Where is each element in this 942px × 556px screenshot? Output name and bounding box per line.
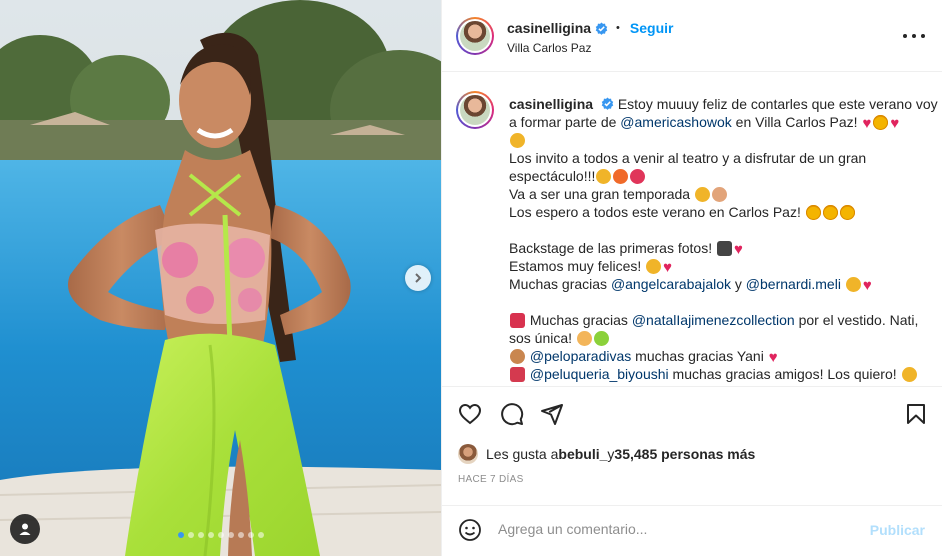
scream-emoji (596, 169, 612, 184)
liker-username[interactable]: bebuli_ (558, 446, 607, 462)
smiling-emoji (901, 367, 917, 382)
mention-link[interactable]: @bernardi.meli (746, 276, 841, 292)
caption-line: Muchas gracias (509, 276, 611, 292)
emoji-icon[interactable] (458, 518, 482, 542)
sparkles-emoji (694, 187, 710, 202)
sparkles-emoji (845, 277, 861, 292)
caption-line: muchas gracias amigos! Los quiero! (668, 366, 897, 382)
next-slide-icon (415, 273, 422, 283)
caption-author-username[interactable]: casinelligina (509, 96, 593, 112)
caption-line: sos única! (509, 330, 573, 346)
verified-icon (601, 97, 614, 110)
liker-avatar (458, 444, 478, 464)
comment-composer: Publicar (442, 505, 942, 556)
caption-line: por el vestido. Nati, (794, 312, 919, 328)
action-bar (442, 386, 942, 438)
post-photo (0, 0, 441, 556)
carousel-dot (237, 532, 244, 538)
caption-line: Los espero a todos este verano en Carlos… (509, 204, 801, 220)
fire-emoji (613, 169, 629, 184)
carousel-dot (177, 532, 184, 538)
separator-dot: • (616, 22, 620, 34)
caption-line: y (731, 276, 746, 292)
bookmark-icon[interactable] (904, 402, 928, 426)
star-struck-emoji (839, 205, 855, 220)
star-struck-emoji (873, 115, 889, 130)
caption-line: Los invito a todos a venir al teatro y a… (509, 150, 867, 166)
post-side-panel: casinelligina • Seguir Villa Carlos Paz … (441, 0, 942, 556)
lipstick-emoji (510, 367, 525, 382)
post-header: casinelligina • Seguir Villa Carlos Paz (442, 0, 942, 72)
carousel-dot (217, 532, 224, 538)
carousel-indicators (0, 532, 441, 538)
share-icon[interactable] (540, 402, 564, 426)
likes-summary[interactable]: Les gusta a bebuli_ y 35,485 personas má… (458, 444, 755, 464)
red-heart-emoji: ♥ (862, 115, 872, 132)
star-struck-emoji (822, 205, 838, 220)
folded-hands-emoji (576, 331, 592, 346)
post-media[interactable] (0, 0, 441, 556)
caption-author-avatar[interactable] (456, 91, 494, 129)
red-heart-emoji: ♥ (862, 277, 872, 294)
carousel-dot (197, 532, 204, 538)
green-apple-emoji (593, 331, 609, 346)
flexed-biceps-emoji (711, 187, 727, 202)
user-tags-button[interactable] (10, 514, 40, 544)
carousel-dot (227, 532, 234, 538)
caption-line: Va a ser una gran temporada (509, 186, 691, 202)
likes-count[interactable]: 35,485 personas más (614, 446, 755, 462)
carousel-dot (257, 532, 264, 538)
author-line: casinelligina • Seguir (507, 20, 673, 36)
caption-line: Muchas gracias (526, 312, 632, 328)
caption-line: Backstage de las primeras fotos! (509, 240, 713, 256)
dancer-emoji (630, 169, 646, 184)
caption-line: Estamos muy felices! (509, 258, 642, 274)
haircut-emoji (510, 349, 525, 364)
likes-middle: y (607, 446, 615, 462)
red-heart-emoji: ♥ (663, 259, 673, 276)
instagram-post: casinelligina • Seguir Villa Carlos Paz … (0, 0, 942, 556)
caption-text: casinelligina Estoy muuuy feliz de conta… (509, 95, 938, 383)
more-options-icon[interactable] (903, 28, 925, 44)
heart-icon[interactable] (458, 402, 482, 426)
likes-prefix: Les gusta a (486, 446, 559, 462)
mention-link[interactable]: @peloparadivas (530, 348, 631, 364)
verified-icon (595, 21, 608, 35)
caption-line: muchas gracias Yani (631, 348, 764, 364)
caption-line: a formar parte de (509, 114, 621, 130)
caption-section: casinelligina Estoy muuuy feliz de conta… (442, 73, 942, 386)
mention-link[interactable]: @peluqueria_biyoushi (530, 366, 669, 382)
winking-tongue-emoji (646, 259, 662, 274)
carousel-dot (207, 532, 214, 538)
mention-link[interactable]: @natalIajimenezcollection (632, 312, 795, 328)
caption-line: Estoy muuuy feliz de contarles que este … (617, 96, 938, 112)
next-slide-button[interactable] (405, 265, 431, 291)
carousel-dot (187, 532, 194, 538)
caption-line: en Villa Carlos Paz! (731, 114, 858, 130)
red-heart-emoji: ♥ (734, 241, 743, 258)
dress-emoji (510, 313, 525, 328)
post-timestamp[interactable]: HACE 7 DÍAS (458, 474, 524, 485)
author-username[interactable]: casinelligina (507, 20, 591, 36)
camera-emoji (717, 241, 732, 256)
heart-emoji: ♥ (890, 115, 900, 132)
caption-line: espectáculo!!! (509, 168, 596, 184)
post-location[interactable]: Villa Carlos Paz (507, 41, 591, 55)
publish-button[interactable]: Publicar (870, 522, 925, 538)
mention-link[interactable]: @americashowok (620, 114, 731, 130)
mention-link[interactable]: @angelcarabajalok (611, 276, 731, 292)
star-struck-emoji (805, 205, 821, 220)
emoji (510, 133, 525, 148)
comment-input[interactable] (498, 521, 858, 537)
comment-icon[interactable] (500, 402, 524, 426)
red-heart-emoji: ♥ (768, 349, 778, 366)
carousel-dot (247, 532, 254, 538)
follow-button[interactable]: Seguir (630, 20, 674, 36)
author-avatar[interactable] (456, 17, 494, 55)
